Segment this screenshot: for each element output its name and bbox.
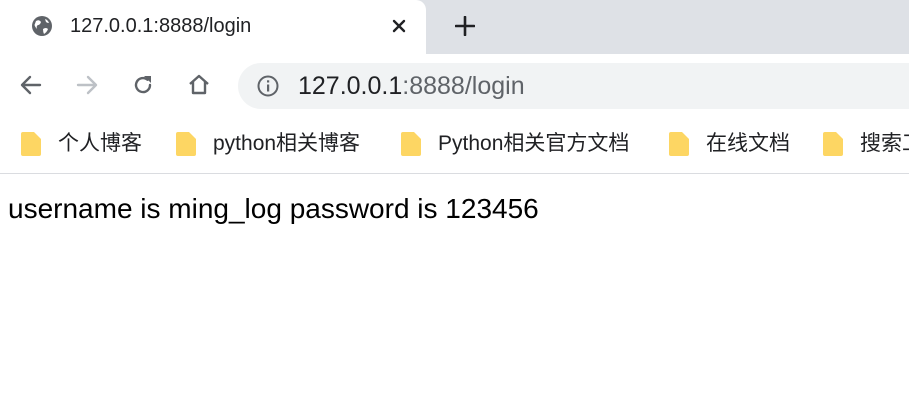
folder-icon [175, 131, 197, 157]
info-icon[interactable] [256, 74, 280, 98]
folder-icon [668, 131, 690, 157]
bookmark-label: 在线文档 [706, 132, 790, 155]
close-icon[interactable] [386, 13, 412, 39]
bookmarks-bar: 个人博客 python相关博客 Python相关官方文档 在线文档 搜索工 [0, 118, 909, 174]
url-path: :8888/login [402, 72, 525, 100]
url-text: 127.0.0.1:8888/login [298, 72, 525, 100]
folder-icon [20, 131, 42, 157]
bookmark-label: Python相关官方文档 [438, 132, 630, 155]
tab-title: 127.0.0.1:8888/login [70, 15, 252, 37]
tab-strip: 127.0.0.1:8888/login [0, 0, 909, 54]
folder-icon [822, 131, 844, 157]
back-arrow-icon[interactable] [14, 68, 48, 102]
forward-arrow-icon[interactable] [70, 68, 104, 102]
page-body-text: username is ming_log password is 123456 [8, 193, 539, 224]
bookmark-label: 搜索工 [860, 132, 909, 155]
active-tab[interactable]: 127.0.0.1:8888/login [0, 0, 426, 54]
bookmark-label: python相关博客 [213, 132, 361, 155]
globe-icon [30, 14, 54, 38]
home-icon[interactable] [182, 68, 216, 102]
browser-window: 127.0.0.1:8888/login 127.0.0.1:8888/logi… [0, 0, 909, 400]
address-bar[interactable]: 127.0.0.1:8888/login [238, 63, 909, 109]
plus-icon[interactable] [450, 11, 480, 41]
bookmark-label: 个人博客 [58, 132, 142, 155]
reload-icon[interactable] [126, 68, 160, 102]
folder-icon [400, 131, 422, 157]
toolbar: 127.0.0.1:8888/login [0, 54, 909, 118]
url-host: 127.0.0.1 [298, 72, 403, 100]
